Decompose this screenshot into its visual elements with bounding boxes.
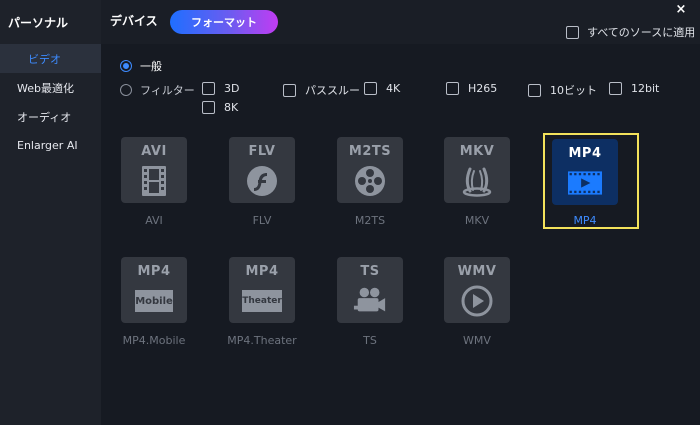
format-label-mp4: MP4 <box>573 214 597 227</box>
format-label-mkv: MKV <box>464 214 490 227</box>
video-play-icon <box>568 166 602 200</box>
filter-8k[interactable]: 8K <box>202 101 238 114</box>
general-radio-option[interactable]: 一般 <box>120 58 162 74</box>
format-label-mp4-mobile: MP4.Mobile <box>122 334 186 347</box>
sidebar-item-enlarger-ai[interactable]: Enlarger AI <box>0 131 101 160</box>
filter-passthrough-checkbox[interactable] <box>283 83 296 97</box>
format-label-ts: TS <box>363 334 377 347</box>
format-tile-mp4-theater[interactable]: MP4 Theater <box>229 257 295 323</box>
theater-badge-icon: Theater <box>242 284 282 318</box>
filter-label: フィルター <box>140 84 195 97</box>
apply-all-checkbox-box[interactable] <box>566 25 579 39</box>
filter-h265[interactable]: H265 <box>446 82 497 95</box>
film-strip-icon <box>137 164 171 198</box>
format-tile-ts[interactable]: TS <box>337 257 403 323</box>
filter-h265-checkbox[interactable] <box>446 82 459 95</box>
filter-3d-label: 3D <box>224 82 240 95</box>
filter-12bit[interactable]: 12bit <box>609 82 659 95</box>
format-tile-m2ts[interactable]: M2TS <box>337 137 403 203</box>
format-tile-name: M2TS <box>348 144 392 159</box>
filter-4k-label: 4K <box>386 82 401 95</box>
play-circle-icon <box>460 284 494 318</box>
format-label-wmv: WMV <box>463 334 491 347</box>
format-tile-name: TS <box>360 264 380 279</box>
tab-personal[interactable]: パーソナル <box>0 0 101 44</box>
filter-10bit-checkbox[interactable] <box>528 83 541 97</box>
filter-10bit-label: 10ビット <box>550 84 597 97</box>
filter-passthrough[interactable]: パススルー <box>283 82 360 98</box>
video-camera-icon <box>353 284 387 318</box>
filter-radio[interactable] <box>120 84 132 96</box>
format-tile-name: MP4 <box>137 264 171 279</box>
format-tile-name: FLV <box>248 144 276 159</box>
format-tile-mp4[interactable]: MP4 <box>552 139 618 205</box>
close-icon[interactable]: × <box>674 3 688 17</box>
filter-12bit-label: 12bit <box>631 82 660 95</box>
mobile-badge-icon: Mobile <box>135 284 173 318</box>
filter-3d-checkbox[interactable] <box>202 82 215 95</box>
general-radio[interactable] <box>120 60 132 72</box>
format-tile-name: MP4 <box>245 264 279 279</box>
filter-passthrough-label: パススルー <box>305 84 360 97</box>
filter-radio-option[interactable]: フィルター <box>120 82 195 98</box>
theater-badge: Theater <box>242 290 282 312</box>
format-label-flv: FLV <box>252 214 272 227</box>
filter-3d[interactable]: 3D <box>202 82 239 95</box>
apply-all-checkbox[interactable]: すべてのソースに適用 <box>566 24 695 40</box>
sidebar-item-web-optimize[interactable]: Web最適化 <box>0 73 101 102</box>
mobile-badge: Mobile <box>135 290 173 312</box>
filter-h265-label: H265 <box>468 82 498 95</box>
top-bar: パーソナル デバイス フォーマット × すべてのソースに適用 <box>0 0 700 44</box>
format-tile-flv[interactable]: FLV <box>229 137 295 203</box>
sidebar-item-video[interactable]: ビデオ <box>0 44 101 73</box>
apply-all-label: すべてのソースに適用 <box>587 26 696 39</box>
format-tile-avi[interactable]: AVI <box>121 137 187 203</box>
general-label: 一般 <box>140 60 162 73</box>
format-tile-wmv[interactable]: WMV <box>444 257 510 323</box>
format-tile-name: MKV <box>459 144 495 159</box>
sidebar-item-audio[interactable]: オーディオ <box>0 102 101 131</box>
filter-4k-checkbox[interactable] <box>364 82 377 95</box>
format-tile-name: WMV <box>457 264 497 279</box>
format-label-m2ts: M2TS <box>354 214 386 227</box>
filter-12bit-checkbox[interactable] <box>609 82 622 95</box>
format-tile-name: MP4 <box>568 146 602 161</box>
format-label-avi: AVI <box>145 214 163 227</box>
matroska-icon <box>460 164 494 198</box>
tab-device[interactable]: デバイス <box>110 12 158 29</box>
filter-10bit[interactable]: 10ビット <box>528 82 597 98</box>
main-panel: 一般 フィルター 3D パススルー 4K H265 10ビット 12bit 8K… <box>101 44 700 425</box>
format-tile-mkv[interactable]: MKV <box>444 137 510 203</box>
filter-8k-checkbox[interactable] <box>202 101 215 114</box>
tab-format[interactable]: フォーマット <box>170 10 278 34</box>
film-reel-icon <box>353 164 387 198</box>
format-tile-mp4-mobile[interactable]: MP4 Mobile <box>121 257 187 323</box>
flash-icon <box>245 164 279 198</box>
format-tile-name: AVI <box>141 144 167 159</box>
filter-8k-label: 8K <box>224 101 239 114</box>
filter-4k[interactable]: 4K <box>364 82 400 95</box>
sidebar: ビデオ Web最適化 オーディオ Enlarger AI <box>0 44 101 425</box>
format-label-mp4-theater: MP4.Theater <box>227 334 297 347</box>
